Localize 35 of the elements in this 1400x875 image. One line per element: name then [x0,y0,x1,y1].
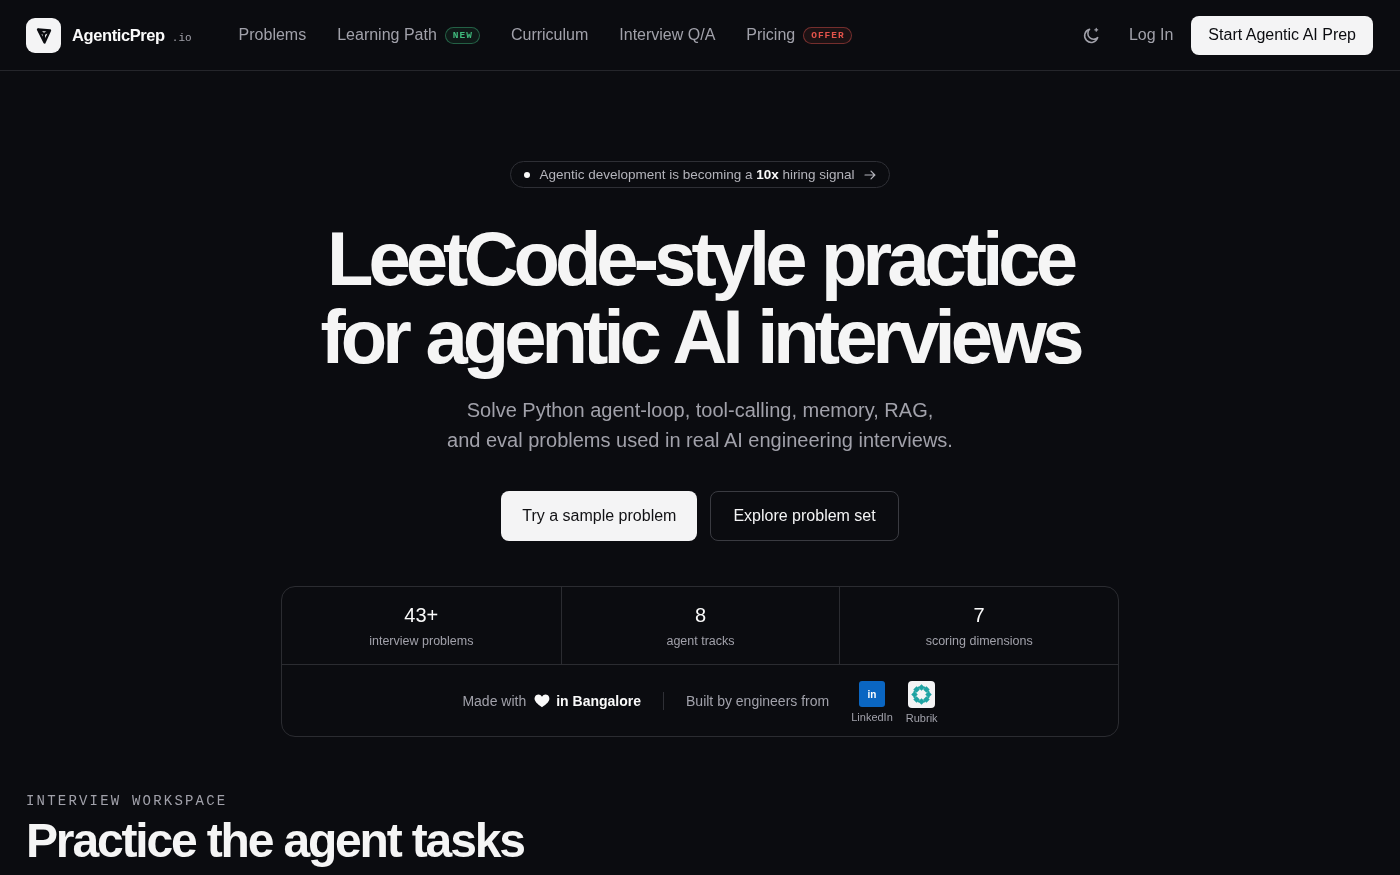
stat-value: 43+ [404,603,439,627]
nav-badge: OFFER [803,26,852,44]
nav-link[interactable]: Learning Path [337,26,437,44]
stat-label: agent tracks [666,634,735,649]
company-name: Rubrik [905,712,938,724]
location-text: in Bangalore [556,692,641,709]
ring-logo-icon [908,681,936,708]
made-with-text: Made with [462,692,527,709]
section-heading: Practice the agent tasks [26,813,525,868]
stat-value: 8 [694,603,707,627]
hero-subtitle: Solve Python agent-loop, tool-calling, memory, RAG, and eval problems used in real AI engineering interviews. [447,398,953,453]
company-logo: in [859,681,885,707]
company-name: LinkedIn [851,711,893,723]
domain-suffix: .io [171,31,192,44]
primary-cta-button[interactable]: Try a sample problem [501,491,698,541]
stat-value: 7 [973,603,985,627]
dot-icon [524,171,531,178]
arrow-right-icon [863,169,876,180]
built-by-text: Built by engineers from [686,692,830,709]
start-prep-button[interactable]: Start Agentic AI Prep [1191,15,1373,55]
nav-badge: NEW [444,26,480,44]
nav-link[interactable]: Interview Q/A [619,26,716,44]
secondary-cta-button[interactable]: Explore problem set [710,491,899,541]
login-link[interactable]: Log In [1128,26,1174,44]
stat-label: scoring dimensions [925,634,1033,649]
hero-headline: LeetCode-style practice for agentic AI interviews [319,215,1081,381]
section-eyebrow: INTERVIEW WORKSPACE [26,793,229,809]
nav-link[interactable]: Pricing [746,26,796,44]
heart-icon [534,693,551,708]
theme-toggle-moon-icon[interactable] [1081,25,1101,45]
nav-link[interactable]: Curriculum [510,26,589,44]
nav-link[interactable]: Problems [238,26,307,44]
stat-label: interview problems [369,634,474,649]
brand-name[interactable]: AgenticPrep [72,25,165,45]
logo-icon[interactable] [26,17,61,53]
